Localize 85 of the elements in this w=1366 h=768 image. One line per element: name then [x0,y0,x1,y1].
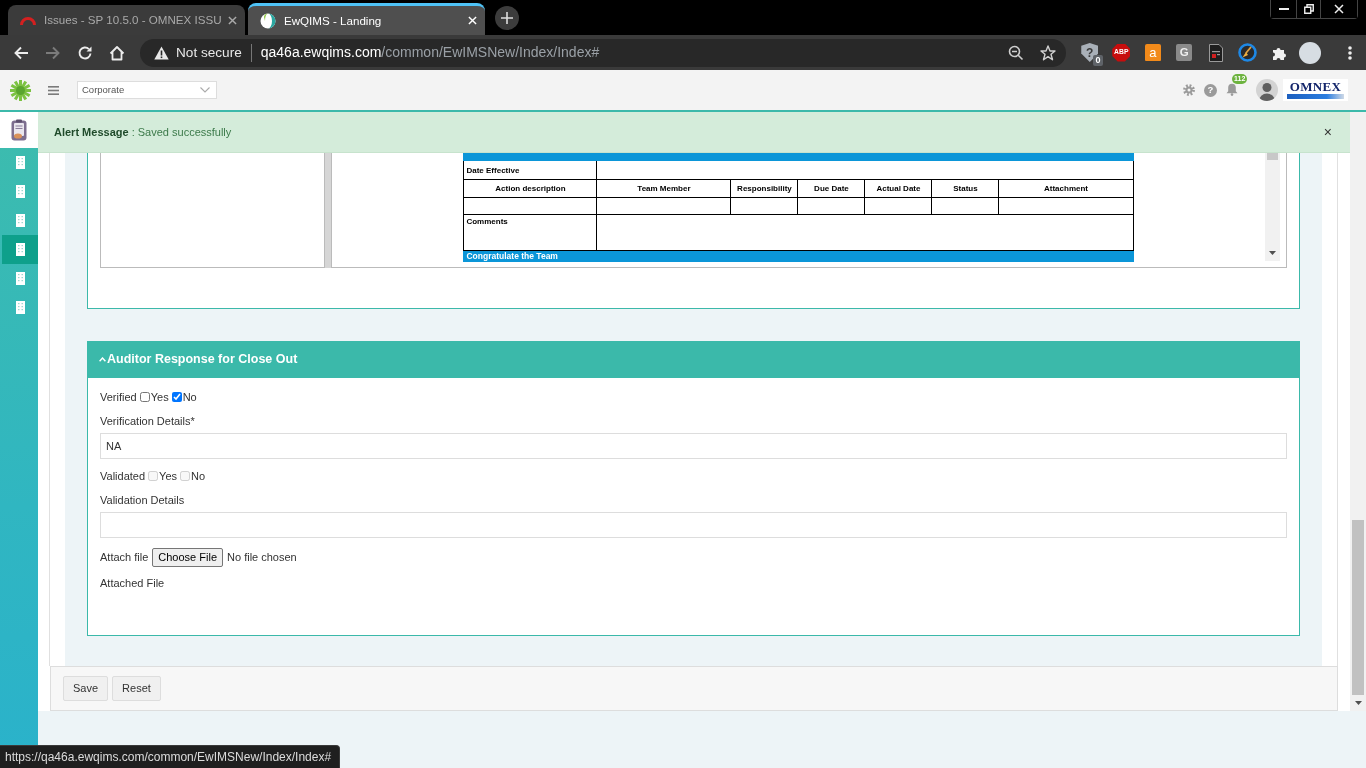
close-button[interactable]: × [1321,125,1334,139]
checkbox[interactable] [171,392,182,402]
checkbox[interactable] [139,392,150,402]
save-button[interactable]: Save [63,676,109,701]
field-label: Validated [100,469,146,483]
scrollbar-thumb[interactable] [1267,153,1278,160]
plus-icon [501,12,513,24]
empty-cell [730,197,798,215]
zoom-out-icon[interactable] [1008,44,1024,61]
column-header: Attachment [998,179,1134,198]
reload-icon [77,44,93,61]
building-icon [15,272,25,285]
hamburger-menu-icon [48,85,59,95]
user-avatar-icon[interactable] [1256,79,1278,101]
clipboard-icon [11,119,27,141]
column-header: Responsibility [730,179,798,198]
minimize-icon [1278,8,1289,10]
field-label: Attach file [100,550,149,566]
arrow-down-icon[interactable] [1354,701,1362,705]
empty-cell [931,197,999,215]
arrow-down-icon[interactable] [1269,251,1276,255]
column-header: Action description [463,179,597,198]
home-icon [109,44,125,61]
building-icon [15,185,25,198]
text-field[interactable] [100,512,1287,538]
org-select[interactable]: Corporate [77,81,217,99]
brand-logo: OMNEX [1283,79,1348,101]
column-header: Actual Date [864,179,932,198]
status-url-bubble: https://qa46a.ewqims.com/common/EwIMSNew/Index/Index# [0,745,341,768]
module-tile[interactable] [0,112,38,148]
column-header: Team Member [596,179,731,198]
close-icon [1334,4,1344,14]
column-header: Status [931,179,999,198]
scrollbar-thumb[interactable] [1352,520,1364,695]
building-icon [15,301,25,314]
table-cell: Comments [463,214,597,251]
security-label[interactable]: Not secure [176,43,252,62]
option-label: No [191,469,206,483]
close-icon [467,16,477,25]
close-tab-button[interactable] [225,13,239,27]
building-icon [15,214,25,227]
field-label: Attached File [100,576,165,590]
panel-title: Auditor Response for Close Out [107,351,298,369]
file-status: No file chosen [227,550,297,566]
close-tab-button[interactable] [465,13,479,28]
url-text[interactable]: qa46a.ewqims.com/common/EwIMSNew/Index/Index# [260,42,600,63]
building-icon [15,156,25,169]
alert-message: Alert Message : Saved successfully [54,124,232,140]
extension-badge: 0 [1093,54,1103,66]
profile-avatar[interactable] [1299,41,1322,64]
close-window-button[interactable] [1320,0,1357,18]
empty-cell [864,197,932,215]
kebab-menu-icon [1348,45,1352,60]
warning-icon [154,45,169,60]
choose-file-button[interactable]: Choose File [152,548,223,567]
back-arrow-icon [13,44,29,61]
table-cell: Date Effective [463,160,597,180]
option-label: Yes [159,469,177,483]
chevron-down-icon [200,87,210,93]
empty-cell [797,197,865,215]
sidebar-item[interactable] [2,235,38,264]
bookmark-star-icon[interactable] [1040,44,1056,61]
notification-bell-icon[interactable] [1226,83,1238,96]
option-label: No [182,390,197,404]
field-label: Verified [100,390,137,404]
text-field[interactable]: NA [100,433,1287,459]
browser-tab[interactable]: Issues - SP 10.5.0 - OMNEX ISSU [8,5,245,35]
browser-tab[interactable]: EwQIMS - Landing [248,3,485,35]
ring-logo-icon [260,12,276,29]
restore-icon [1303,4,1314,14]
settings-icon[interactable] [1183,84,1195,96]
field-label: Validation Details [100,493,185,507]
new-tab-button[interactable] [495,6,519,30]
building-icon [15,243,25,256]
ring-icon[interactable] [1237,43,1257,62]
column-header: Due Date [797,179,865,198]
document-icon[interactable] [1208,43,1223,62]
option-label: Yes [150,390,169,404]
field-label: Verification Details* [100,414,195,428]
reset-button[interactable]: Reset [112,676,161,701]
sunburst-logo-icon [9,78,32,102]
address-bar[interactable]: Not secure qa46a.ewqims.com/common/EwIMSNew/Index/Index# [140,38,1066,67]
forward-arrow-icon [45,44,61,61]
close-icon [227,15,237,25]
section-band: Congratulate the Team [463,250,1134,262]
